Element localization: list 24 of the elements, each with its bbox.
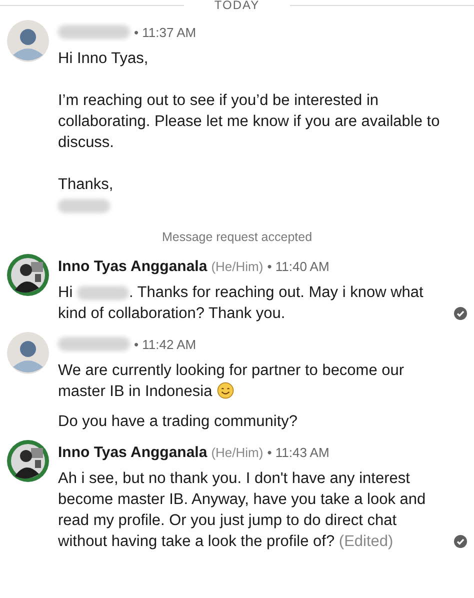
smiley-icon [216, 382, 234, 399]
sender-name[interactable]: Inno Tyas Angganala [58, 444, 208, 460]
check-icon [454, 535, 466, 548]
message-text: Thanks, [58, 174, 446, 216]
date-divider: TODAY [213, 0, 261, 11]
pronouns-label: (He/Him) [211, 444, 264, 460]
message-time: • 11:40 AM [267, 258, 330, 274]
redacted-name [58, 198, 110, 213]
message-time: • 11:37 AM [134, 24, 196, 40]
message-text: I’m reaching out to see if you’d be interested in collaborating. Please let me know if you are available to discuss. [58, 91, 441, 153]
status-notice: Message request accepted [162, 230, 312, 244]
pronouns-label: (He/Him) [211, 258, 264, 274]
message-text: Hi . Thanks for reaching out. May i know what kind of collaboration? Thank you. [58, 283, 424, 324]
message-time: • 11:42 AM [134, 336, 196, 352]
avatar-icon [7, 20, 49, 62]
sender-name[interactable]: Inno Tyas Angganala [58, 258, 208, 274]
redacted-name [76, 286, 129, 300]
message-text: We are currently looking for partner to become our master IB in Indonesia [58, 361, 406, 402]
check-icon [454, 307, 466, 320]
message-text: Do you have a trading community? [58, 412, 299, 432]
message-time: • 11:43 AM [267, 444, 330, 460]
message-text: Hi Inno Tyas, [58, 49, 150, 69]
message-text: Ah i see, but no thank you. I don't have any interest become master IB. Anyway, have you take a look and read my profile. Or you just jump to do direct chat without having take a look the profile of? (Edited) [58, 469, 427, 552]
avatar-icon [7, 332, 49, 374]
